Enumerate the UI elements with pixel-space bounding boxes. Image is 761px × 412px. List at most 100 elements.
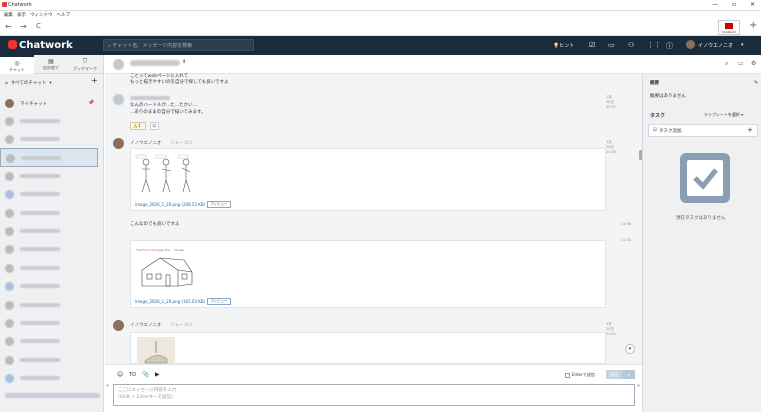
list-item[interactable] xyxy=(0,259,104,278)
task-empty-icon xyxy=(680,153,730,203)
search-icon[interactable]: ⌕ xyxy=(725,60,728,68)
preview-button[interactable]: プレビュー xyxy=(207,298,231,305)
avatar xyxy=(6,154,15,163)
user-name[interactable]: イノウエノニオ xyxy=(698,42,733,49)
menu-edit[interactable]: 編集 xyxy=(4,12,13,18)
sidebar-item-my-chat[interactable]: マイチャット 📌 xyxy=(0,94,104,113)
attach-icon[interactable]: 📎 xyxy=(142,371,149,378)
timestamp: 1月20日 21:00 xyxy=(606,140,617,154)
list-item[interactable] xyxy=(0,167,104,186)
menu-view[interactable]: 表示 xyxy=(17,12,26,18)
sidebar-tabs: ◎ チャット ▤ 自分宛て ⛉ ブックマーク xyxy=(0,54,104,74)
hint-button[interactable]: 💡ヒント xyxy=(553,42,574,49)
avatar xyxy=(5,337,14,346)
task-check-icon[interactable]: ☑ xyxy=(589,41,595,49)
gear-icon[interactable]: ⚙ xyxy=(751,60,756,67)
apps-grid-icon[interactable]: ⋮⋮ xyxy=(647,41,661,49)
add-task-row[interactable]: ☑ タスク追加 + xyxy=(648,124,758,137)
chevron-down-icon[interactable]: ▾ xyxy=(741,42,744,48)
forward-button[interactable]: → xyxy=(20,22,27,31)
pin-icon: 📌 xyxy=(88,100,95,106)
add-task-button[interactable]: + xyxy=(747,126,753,134)
maximize-button[interactable]: ▫ xyxy=(732,1,736,8)
tab-chat[interactable]: ◎ チャット xyxy=(0,54,34,74)
avatar xyxy=(5,209,14,218)
list-item[interactable] xyxy=(0,112,104,131)
list-item[interactable] xyxy=(0,296,104,315)
info-icon[interactable]: ⓘ xyxy=(666,41,673,51)
scroll-down-button[interactable]: ▾ xyxy=(625,344,635,354)
message-text: こんなのでも良いですよ xyxy=(130,222,180,227)
back-button[interactable]: ← xyxy=(5,22,12,31)
add-reaction-icon[interactable]: ☺ xyxy=(150,122,159,130)
search-input[interactable]: ⌕ チャット名、メッセージ内容を検索 xyxy=(103,39,254,51)
all-chats-filter[interactable]: ⌂ すべてのチャット ▾ + xyxy=(5,76,103,88)
user-avatar[interactable] xyxy=(686,40,695,49)
logo[interactable]: Chatwork xyxy=(8,40,73,51)
right-pane xyxy=(642,55,761,412)
reaction-badge[interactable]: 🙏1 xyxy=(130,122,146,130)
folder-icon[interactable]: ▭ xyxy=(608,41,615,49)
add-chat-button[interactable]: + xyxy=(91,76,98,85)
list-item[interactable] xyxy=(0,222,104,241)
menu-window[interactable]: ウィンドウ xyxy=(30,12,53,18)
list-item[interactable] xyxy=(0,240,104,259)
collapse-sidebar-icon[interactable]: « xyxy=(106,383,109,389)
checkbox-icon: ☑ xyxy=(653,128,658,133)
sketch-thumbnail[interactable] xyxy=(134,154,198,194)
tab-thumbnail[interactable]: Chatwork xyxy=(718,20,740,35)
enter-to-send-checkbox[interactable]: Enterで送信 xyxy=(565,372,595,378)
contacts-icon[interactable]: ⚇ xyxy=(628,41,634,49)
tab-bookmarks[interactable]: ⛉ ブックマーク xyxy=(68,55,102,74)
edit-icon[interactable]: ✎ xyxy=(754,80,758,86)
reply-link[interactable]: リューゴバ xyxy=(170,322,193,328)
list-item[interactable] xyxy=(0,277,104,296)
avatar xyxy=(5,264,14,273)
house-sketch-thumbnail[interactable]: The Floor Changes the ... House xyxy=(134,246,196,291)
tab-mentions[interactable]: ▤ 自分宛て xyxy=(34,55,68,74)
file-attachment-card: image_2026_1_20.png (208.53 KB) プレビュー xyxy=(130,148,606,211)
video-call-icon[interactable]: ▶ xyxy=(155,371,160,378)
avatar xyxy=(5,319,14,328)
app-icon xyxy=(2,2,7,7)
new-tab-button[interactable]: + xyxy=(749,20,757,31)
list-item[interactable] xyxy=(0,351,104,370)
nav-bar: ← → C + xyxy=(0,19,761,36)
list-item[interactable] xyxy=(0,332,104,351)
message-input[interactable]: ここにメッセージ内容を入力 (Shift + Enterキーで送信) xyxy=(113,384,635,406)
preview-button[interactable]: プレビュー xyxy=(207,201,231,208)
reload-button[interactable]: C xyxy=(36,22,41,30)
sender-name xyxy=(130,96,170,100)
file-attachment-card: The Floor Changes the ... House image_20… xyxy=(130,240,606,308)
file-name-link[interactable]: image_2026_1_20.png (208.53 KB) xyxy=(135,202,205,207)
expand-pane-icon[interactable]: » xyxy=(637,383,640,389)
reply-link[interactable]: リューゴバ xyxy=(170,140,193,146)
app-window: Chatwork — ▫ ✕ 編集 表示 ウィンドウ ヘルプ ← → C + C… xyxy=(0,0,761,412)
file-name-link[interactable]: image_2026_1_20.png (165.03 KB) xyxy=(135,299,205,304)
image-thumbnail[interactable] xyxy=(137,337,175,365)
emoji-icon[interactable]: ☺ xyxy=(117,371,123,378)
list-item[interactable] xyxy=(0,314,104,333)
list-item[interactable] xyxy=(0,369,104,388)
sidebar-footer-link[interactable] xyxy=(5,393,100,398)
list-item[interactable] xyxy=(0,204,104,223)
minimize-button[interactable]: — xyxy=(712,1,718,8)
avatar xyxy=(5,172,14,181)
to-button[interactable]: TO xyxy=(129,372,136,378)
download-icon[interactable]: ⬇ xyxy=(182,59,186,65)
avatar xyxy=(113,94,124,105)
send-button[interactable]: 送信 xyxy=(606,370,622,379)
template-select[interactable]: テンプレートを選択 ▾ xyxy=(704,112,743,118)
close-button[interactable]: ✕ xyxy=(750,1,755,8)
bookmark-icon: ⛉ xyxy=(82,57,88,65)
list-item-selected[interactable] xyxy=(0,148,98,167)
sender-name[interactable]: イノウエノニオ xyxy=(130,322,162,328)
avatar xyxy=(5,301,14,310)
list-item[interactable] xyxy=(0,130,104,149)
send-options-button[interactable]: ▾ xyxy=(622,370,635,379)
chevron-down-icon: ▾ xyxy=(49,80,52,86)
sender-name[interactable]: イノウエノニオ xyxy=(130,140,162,146)
menu-help[interactable]: ヘルプ xyxy=(57,12,71,18)
list-item[interactable] xyxy=(0,185,104,204)
folder-icon[interactable]: ▭ xyxy=(738,60,744,67)
